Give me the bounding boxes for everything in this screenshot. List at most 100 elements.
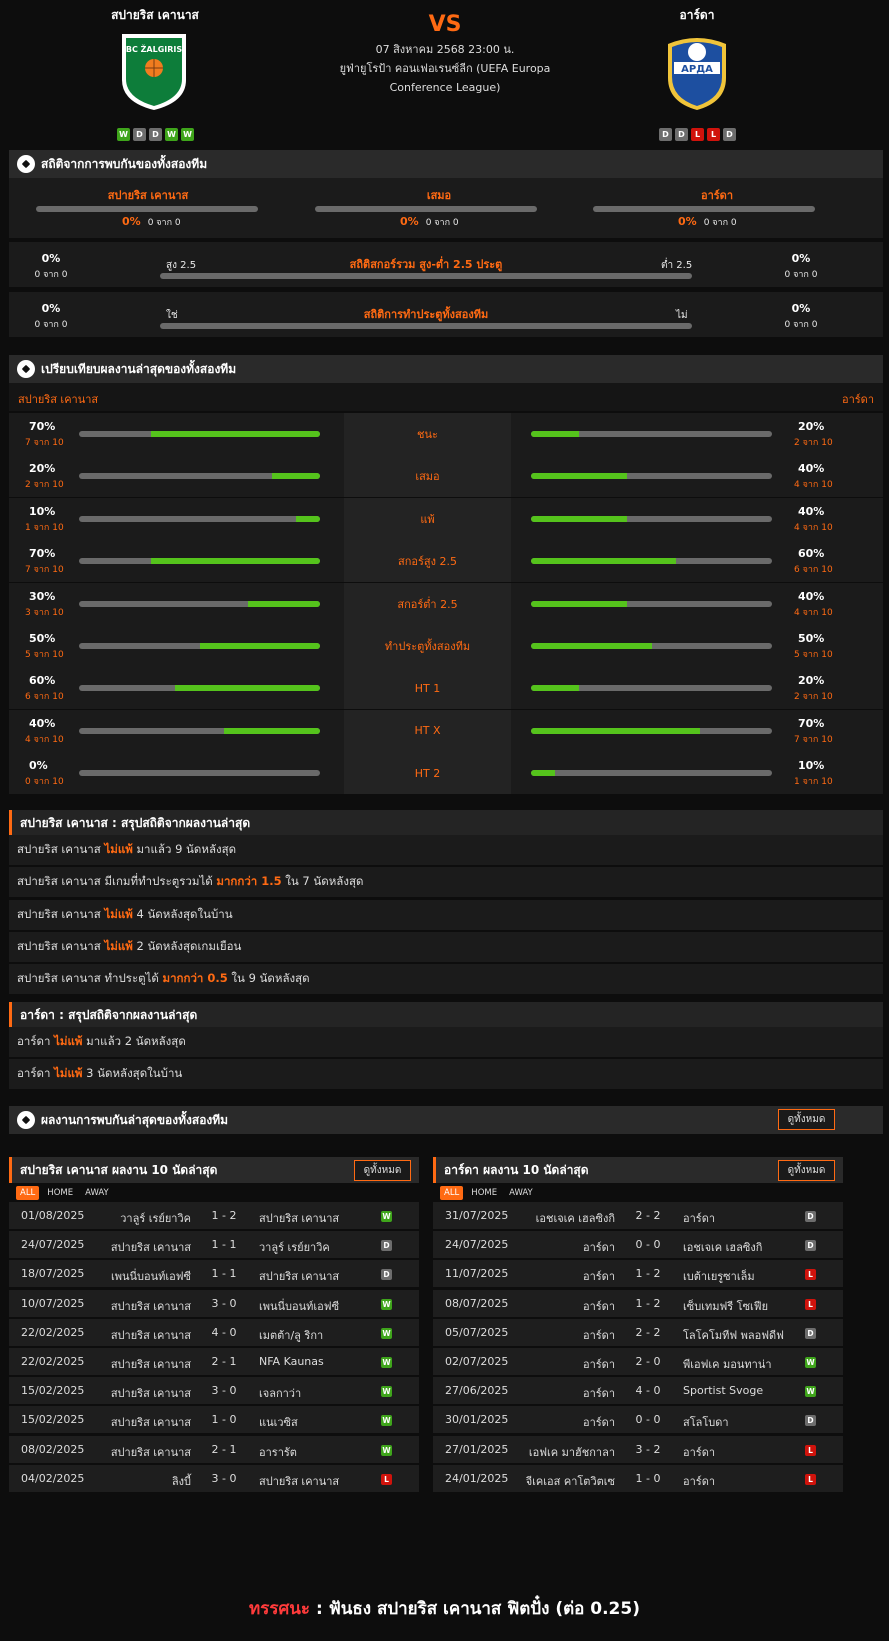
away-bar bbox=[531, 473, 772, 480]
match-row[interactable]: 10/07/2025 สปายริส เคานาส 3 - 0 เพนนี่บอนท์… bbox=[9, 1289, 419, 1317]
away-team-logo[interactable]: АРДА bbox=[664, 30, 730, 112]
home-count: 5 จาก 10 bbox=[25, 650, 64, 660]
soccer-ball-icon bbox=[17, 360, 35, 378]
summary-row: สปายริส เคานาส ไม่แพ้ มาแล้ว 9 นัดหลังสุ… bbox=[9, 835, 883, 865]
match-row[interactable]: 27/01/2025 เอฟเค มาฮัชกาลา 3 - 2 อาร์ดา L bbox=[433, 1435, 843, 1463]
match-row[interactable]: 05/07/2025 อาร์ดา 2 - 2 โลโคโมทีฟ พลอฟดีฟ D bbox=[433, 1318, 843, 1346]
match-home-team: สปายริส เคานาส bbox=[110, 1358, 191, 1371]
match-home-team: อาร์ดา bbox=[582, 1358, 615, 1371]
away-bar-fill bbox=[531, 515, 628, 522]
match-row[interactable]: 18/07/2025 เพนนี่บอนท์เอฟซี 1 - 1 สปายริส เ… bbox=[9, 1260, 419, 1288]
away-bar bbox=[531, 431, 772, 437]
away-team-name[interactable]: อาร์ดา bbox=[587, 6, 807, 25]
away-summary-title: อาร์ดา : สรุปสถิติจากผลงานล่าสุด bbox=[9, 1002, 883, 1028]
match-away-team: สปายริส เคานาส bbox=[259, 1212, 340, 1225]
tab-away[interactable]: AWAY bbox=[81, 1186, 113, 1200]
home-bar-fill bbox=[151, 431, 320, 437]
tab-all[interactable]: ALL bbox=[16, 1186, 40, 1200]
match-date: 22/02/2025 bbox=[21, 1325, 85, 1339]
btts-right-pct: 0% bbox=[791, 302, 811, 315]
home-team-logo[interactable]: BC ŽALGIRIS bbox=[117, 30, 191, 112]
home-pct: 0% bbox=[29, 759, 48, 773]
match-away-team: NFA Kaunas bbox=[259, 1355, 324, 1368]
match-row[interactable]: 01/08/2025 วาลูร์ เรย์ยาวิค 1 - 2 สปายริส เ… bbox=[9, 1202, 419, 1229]
summary-highlight: มากกว่า 1.5 bbox=[216, 874, 282, 889]
match-row[interactable]: 22/02/2025 สปายริส เคานาส 2 - 1 NFA Kaunas W bbox=[9, 1348, 419, 1375]
match-row[interactable]: 27/06/2025 อาร์ดา 4 - 0 Sportist Svoge W bbox=[433, 1377, 843, 1405]
match-result-badge: D bbox=[381, 1269, 392, 1281]
away-bar bbox=[531, 685, 772, 692]
match-score: 0 - 0 bbox=[635, 1413, 661, 1427]
summary-row: สปายริส เคานาส มีเกมที่ทำประตูรวมได้ มาก… bbox=[9, 867, 883, 898]
match-away-team: สปายริส เคานาส bbox=[259, 1474, 340, 1488]
away-count: 6 จาก 10 bbox=[794, 565, 833, 576]
match-row[interactable]: 08/07/2025 อาร์ดา 1 - 2 เซ็บเทมฟรี โซเฟีย L bbox=[433, 1289, 843, 1317]
match-header: สปายริส เคานาส BC ŽALGIRIS WDDWW VS 07 ส… bbox=[0, 0, 889, 150]
match-score: 1 - 2 bbox=[211, 1209, 237, 1222]
ou-left-count: 0 จาก 0 bbox=[34, 270, 68, 280]
match-away-team: เบต้าเยรูซาเล็ม bbox=[683, 1270, 755, 1284]
match-score: 1 - 1 bbox=[211, 1238, 237, 1252]
match-row[interactable]: 22/02/2025 สปายริส เคานาส 4 - 0 เมตต้า/ลู ร… bbox=[9, 1318, 419, 1346]
match-score: 4 - 0 bbox=[635, 1384, 661, 1398]
home-team-name[interactable]: สปายริส เคานาส bbox=[45, 6, 265, 25]
away-count: 1 จาก 10 bbox=[794, 777, 833, 788]
away-pct: 40% bbox=[798, 462, 825, 476]
summary-text: มาแล้ว 9 นัดหลังสุด bbox=[132, 842, 237, 856]
prediction-label: ทรรศนะ bbox=[249, 1599, 311, 1619]
match-row[interactable]: 08/02/2025 สปายริส เคานาส 2 - 1 อารารัต W bbox=[9, 1435, 419, 1463]
match-away-team: พีเอฟเค มอนทาน่า bbox=[683, 1358, 772, 1371]
summary-row: อาร์ดา ไม่แพ้ 3 นัดหลังสุดในบ้าน bbox=[9, 1059, 883, 1090]
match-row[interactable]: 04/02/2025 ลิงบี้ 3 - 0 สปายริส เคานาส L bbox=[9, 1464, 419, 1492]
match-home-team: ลิงบี้ bbox=[171, 1474, 191, 1488]
tab-all[interactable]: ALL bbox=[440, 1186, 464, 1200]
match-row[interactable]: 11/07/2025 อาร์ดา 1 - 2 เบต้าเยรูซาเล็ม L bbox=[433, 1260, 843, 1288]
home-pct: 40% bbox=[29, 716, 56, 730]
match-row[interactable]: 30/01/2025 อาร์ดา 0 - 0 สโลโบดา D bbox=[433, 1406, 843, 1434]
match-competition: ยูฟ่ายูโรป้า คอนเฟอเรนซ์ลีก (UEFA Europa… bbox=[339, 62, 551, 94]
home-count: 4 จาก 10 bbox=[25, 734, 64, 745]
away-count: 7 จาก 10 bbox=[794, 734, 833, 745]
match-row[interactable]: 24/07/2025 สปายริส เคานาส 1 - 1 วาลูร์ เรย์… bbox=[9, 1231, 419, 1259]
match-result-badge: W bbox=[381, 1298, 392, 1310]
summary-highlight: มากกว่า 0.5 bbox=[162, 971, 228, 986]
tab-home[interactable]: HOME bbox=[467, 1186, 501, 1200]
home-count: 7 จาก 10 bbox=[25, 565, 64, 576]
match-row[interactable]: 24/01/2025 จีเคเอส คาโตวิตเซ 1 - 0 อาร์ดา L bbox=[433, 1464, 843, 1492]
home-bar-fill bbox=[247, 600, 320, 607]
away-list-tabs: ALL HOME AWAY bbox=[440, 1186, 537, 1200]
soccer-ball-icon bbox=[17, 155, 35, 173]
match-result-badge: W bbox=[381, 1211, 392, 1222]
view-all-button[interactable]: ดูทั้งหมด bbox=[778, 1109, 835, 1130]
tab-home[interactable]: HOME bbox=[43, 1186, 77, 1200]
home-bar bbox=[79, 558, 320, 565]
away-list-view-all-button[interactable]: ดูทั้งหมด bbox=[778, 1160, 835, 1181]
match-result-badge: W bbox=[805, 1386, 816, 1398]
match-home-team: อาร์ดา bbox=[582, 1270, 615, 1284]
tab-away[interactable]: AWAY bbox=[505, 1186, 537, 1200]
match-row[interactable]: 15/02/2025 สปายริส เคานาส 3 - 0 เจลกาว่า W bbox=[9, 1377, 419, 1405]
home-bar bbox=[79, 600, 320, 607]
home-bar-fill bbox=[223, 727, 320, 734]
match-row[interactable]: 15/02/2025 สปายริส เคานาส 1 - 0 แนเวซิส W bbox=[9, 1406, 419, 1434]
home-bar bbox=[79, 770, 320, 777]
match-row[interactable]: 02/07/2025 อาร์ดา 2 - 0 พีเอฟเค มอนทาน่า W bbox=[433, 1348, 843, 1375]
away-pct: 20% bbox=[798, 420, 825, 433]
compare-label: สกอร์สูง 2.5 bbox=[344, 540, 511, 583]
form-badge: W bbox=[117, 128, 130, 141]
match-home-team: สปายริส เคานาส bbox=[110, 1299, 191, 1313]
match-row[interactable]: 24/07/2025 อาร์ดา 0 - 0 เอชเจเค เฮลซิงกิ D bbox=[433, 1231, 843, 1259]
match-home-team: อาร์ดา bbox=[582, 1387, 615, 1401]
match-row[interactable]: 31/07/2025 เอชเจเค เฮลซิงกิ 2 - 2 อาร์ดา D bbox=[433, 1202, 843, 1229]
h2h-home-stat: 0% 0 จาก 0 bbox=[122, 215, 181, 228]
match-away-team: อาร์ดา bbox=[683, 1474, 716, 1488]
compare-row: 50% 5 จาก 10 ทำประตูทั้งสองทีม 50% 5 จาก 10 bbox=[9, 625, 883, 667]
match-result-badge: D bbox=[805, 1415, 816, 1427]
match-date: 04/02/2025 bbox=[21, 1471, 85, 1485]
match-info: 07 สิงหาคม 2568 23:00 น. ยูฟ่ายูโรป้า คอ… bbox=[320, 40, 570, 97]
away-pct: 10% bbox=[798, 759, 825, 773]
home-list-tabs: ALL HOME AWAY bbox=[16, 1186, 113, 1200]
home-list-view-all-button[interactable]: ดูทั้งหมด bbox=[354, 1160, 411, 1181]
home-count: 6 จาก 10 bbox=[25, 692, 64, 703]
compare-label: ทำประตูทั้งสองทีม bbox=[344, 625, 511, 667]
